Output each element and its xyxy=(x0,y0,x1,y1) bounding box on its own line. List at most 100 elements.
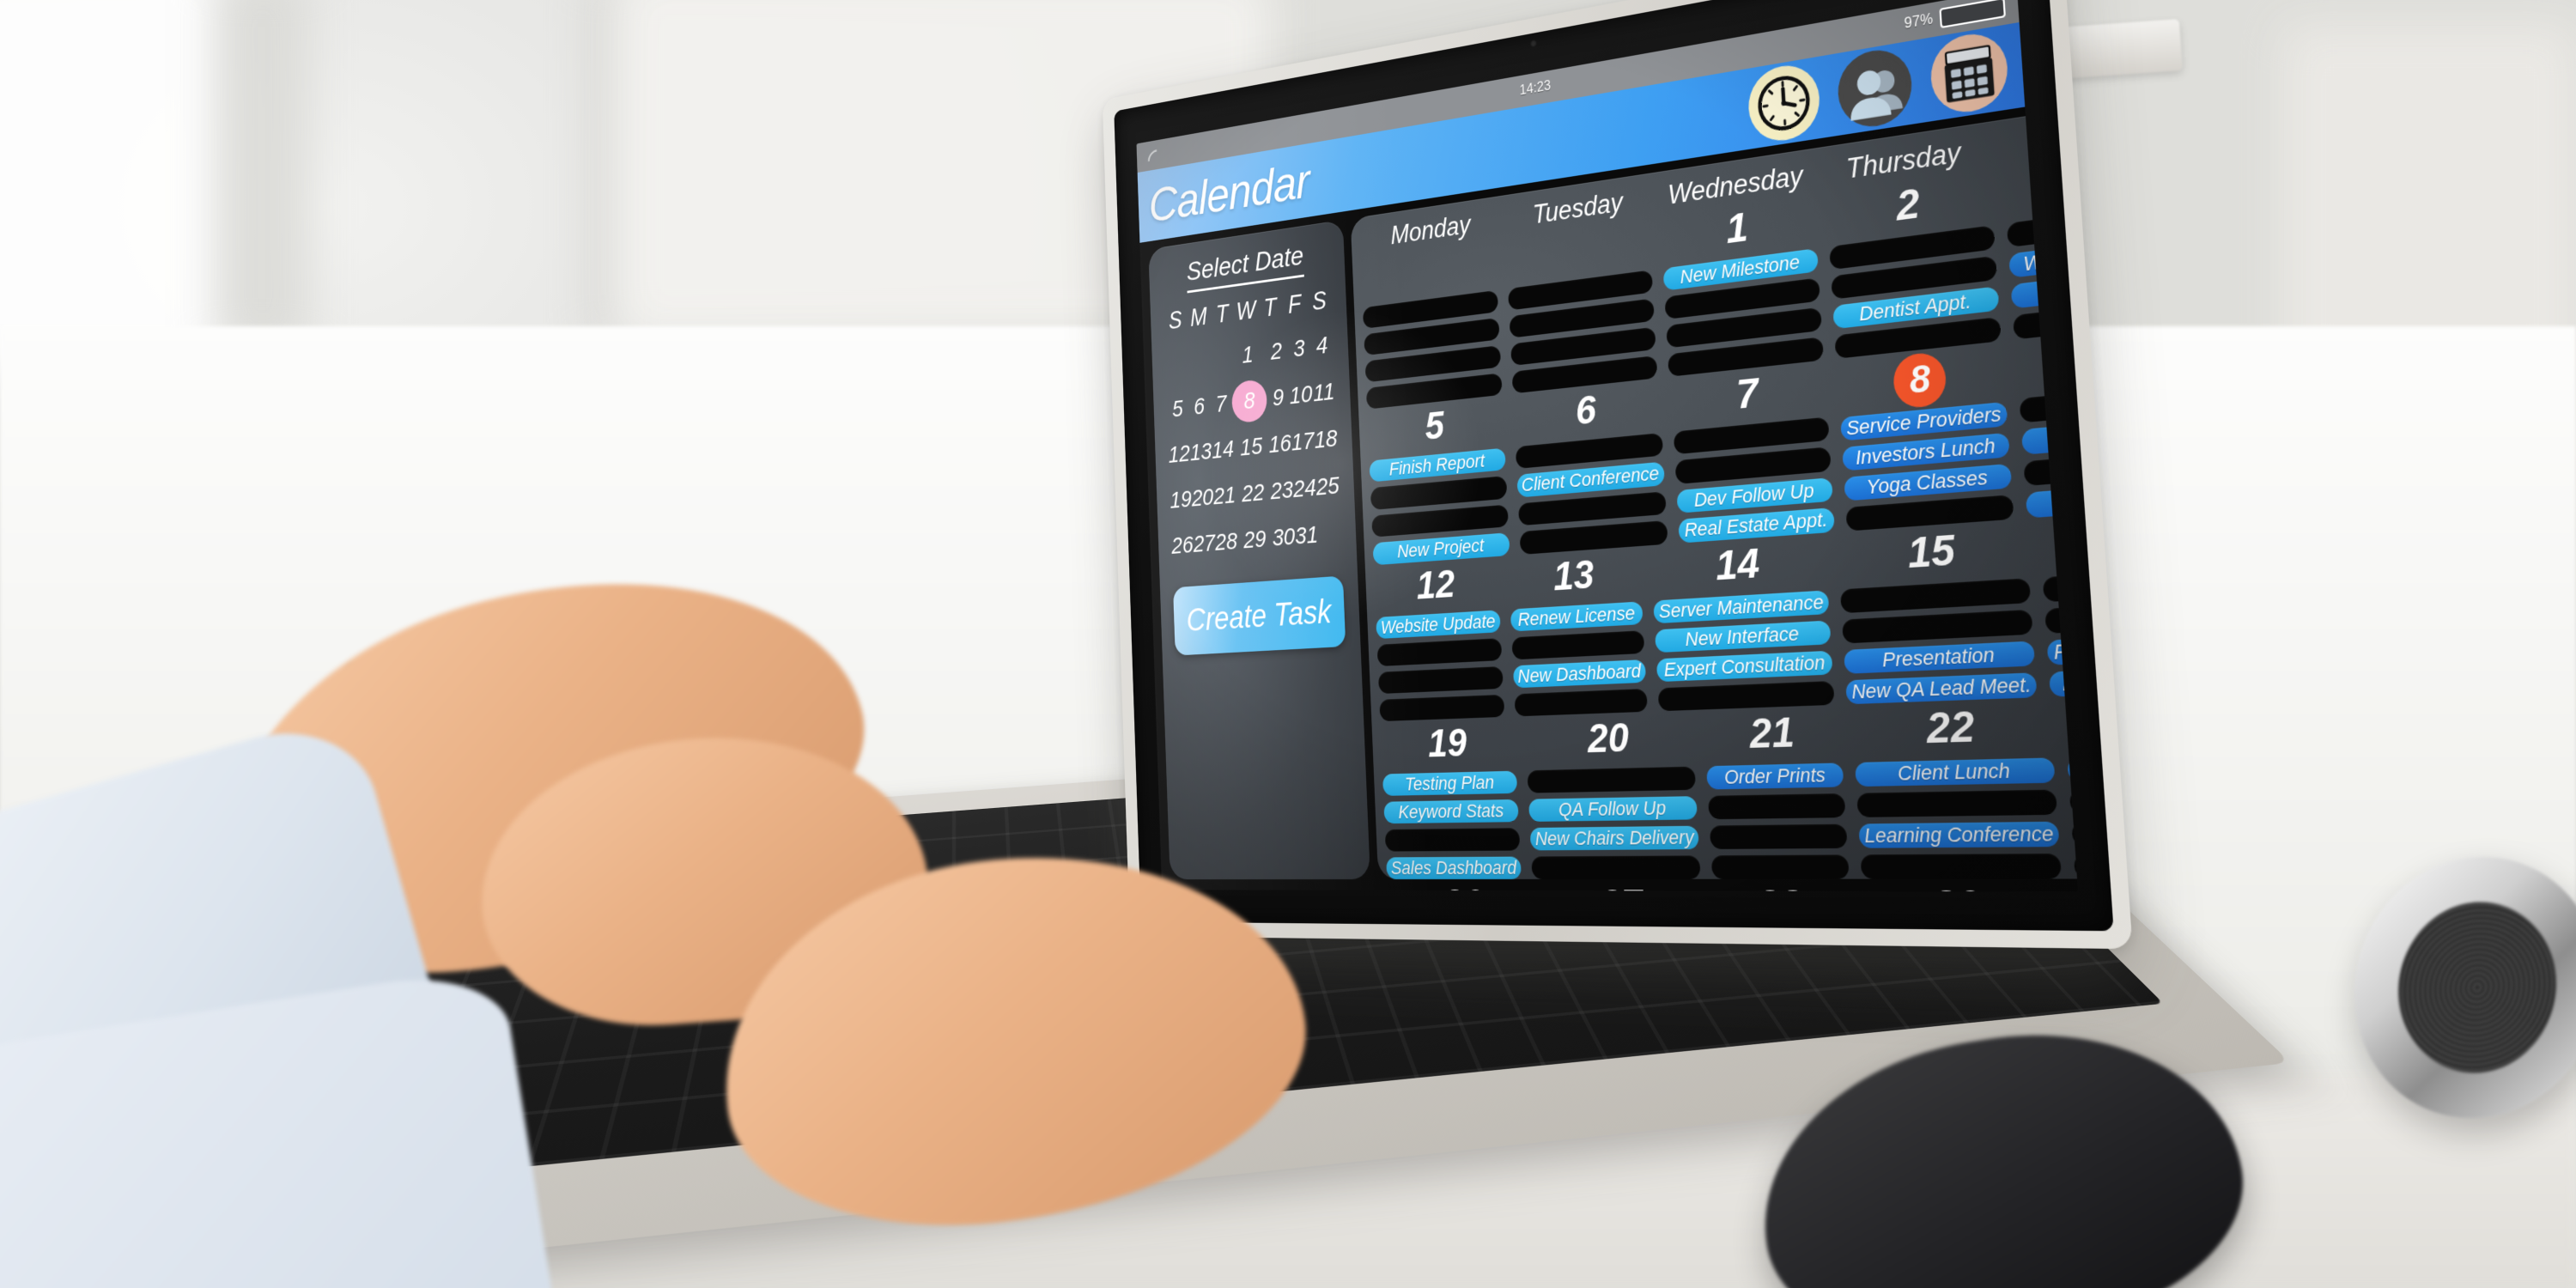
event-chip[interactable]: QA Follow Up xyxy=(1528,796,1698,822)
empty-slot[interactable] xyxy=(1511,630,1645,659)
event-chip[interactable]: Testing Plan xyxy=(1382,770,1517,795)
clock-icon[interactable] xyxy=(1747,60,1821,145)
empty-slot[interactable] xyxy=(1514,689,1648,716)
empty-slot[interactable] xyxy=(1860,854,2062,879)
day-cell-29[interactable]: 29Interview ManagerClient Conference xyxy=(1868,883,2057,892)
mini-calendar-day-14[interactable]: 14 xyxy=(1212,432,1235,469)
empty-slot[interactable] xyxy=(2074,852,2078,878)
day-cell-1[interactable]: 1 New Milestone xyxy=(1660,196,1823,377)
mini-calendar-day-4[interactable]: 4 xyxy=(1309,327,1334,366)
day-cell-6[interactable]: 6 Client Conference xyxy=(1513,381,1668,555)
mini-calendar-day-17[interactable]: 17 xyxy=(1291,423,1315,461)
mini-calendar-day-30[interactable]: 30 xyxy=(1272,519,1296,556)
day-cell-23[interactable]: 23Build Approval xyxy=(2063,695,2078,878)
mini-calendar-day-3[interactable]: 3 xyxy=(1287,331,1311,368)
event-chip[interactable]: New Dashboard xyxy=(1512,659,1646,688)
empty-slot[interactable] xyxy=(2072,819,2078,847)
event-chip[interactable]: Sales Dashboard xyxy=(1386,856,1522,878)
day-cell-2[interactable]: 2 Dentist Appt. xyxy=(1826,170,2002,358)
mini-calendar-day-2[interactable]: 2 xyxy=(1265,333,1289,371)
mini-calendar-day-19[interactable]: 19 xyxy=(1170,483,1193,519)
mini-calendar-day-20[interactable]: 20 xyxy=(1191,480,1214,517)
mini-calendar-day-16[interactable]: 16 xyxy=(1268,426,1292,464)
mini-calendar-day-13[interactable]: 13 xyxy=(1189,434,1212,471)
event-chip[interactable]: Expert Consultation xyxy=(1656,650,1833,682)
event-chip[interactable]: Client Lunch xyxy=(1855,757,2056,787)
event-chip[interactable]: Presentation xyxy=(1844,641,2035,673)
empty-slot[interactable] xyxy=(1370,476,1507,509)
mini-calendar-day-6[interactable]: 6 xyxy=(1188,389,1211,426)
event-chip[interactable]: Learning Conference xyxy=(1858,821,2060,848)
mini-calendar-day-28[interactable]: 28 xyxy=(1214,525,1237,562)
event-chip[interactable]: Project Approval xyxy=(2047,632,2078,665)
mini-calendar-day-18[interactable]: 18 xyxy=(1314,421,1339,459)
mini-calendar-day-24[interactable]: 24 xyxy=(1292,471,1316,508)
event-chip[interactable]: New QA Lead Meet. xyxy=(1845,672,2038,704)
event-chip[interactable]: Website Update xyxy=(1376,610,1501,639)
day-cell-16[interactable]: 16Project ApprovalMarketing Plan xyxy=(2039,508,2078,696)
event-chip[interactable]: Yoga Classes xyxy=(1844,463,2012,501)
empty-slot[interactable] xyxy=(2045,599,2078,634)
day-cell-28[interactable]: 28New ProjectOutsource HR xyxy=(1704,883,1866,892)
day-cell-14[interactable]: 14 Server Maintenance New Interface Expert … xyxy=(1650,536,1834,711)
empty-slot[interactable] xyxy=(2069,786,2078,814)
event-chip[interactable]: Order Prints xyxy=(1706,762,1844,789)
day-cell-20[interactable]: 20 QA Follow Up New Chairs Delivery xyxy=(1525,714,1701,879)
empty-slot[interactable] xyxy=(1518,491,1667,526)
empty-slot[interactable] xyxy=(1378,666,1503,694)
mini-calendar-day-27[interactable]: 27 xyxy=(1193,526,1216,563)
mini-calendar-day-15[interactable]: 15 xyxy=(1233,428,1269,467)
empty-slot[interactable] xyxy=(1708,793,1845,819)
empty-slot[interactable] xyxy=(1380,694,1504,720)
mini-calendar-day-31[interactable]: 31 xyxy=(1294,518,1318,556)
event-chip[interactable]: Keyword Stats xyxy=(1384,799,1519,823)
create-task-button[interactable]: Create Task xyxy=(1173,576,1346,656)
contacts-icon[interactable] xyxy=(1836,45,1914,131)
laptop-screen[interactable]: 14:23 97% Calendar Select Date S M T W T… xyxy=(1136,0,2078,891)
empty-slot[interactable] xyxy=(1531,855,1701,879)
day-cell-7[interactable]: 7 Dev Follow Up Real Estate Appt. xyxy=(1670,363,1834,543)
mini-calendar-day-26[interactable]: 26 xyxy=(1171,528,1194,564)
calendar-grid-icon[interactable] xyxy=(1929,28,2010,117)
mini-calendar-day-21[interactable]: 21 xyxy=(1212,478,1236,515)
day-cell-19[interactable]: 19 Testing Plan Keyword Stats Sales Dashboa… xyxy=(1381,720,1522,879)
mini-calendar-day-1[interactable]: 1 xyxy=(1230,336,1266,375)
mini-calendar-day-9[interactable]: 9 xyxy=(1267,380,1291,417)
day-cell-3[interactable]: 3Weekly MeetingPickup Car xyxy=(2003,143,2078,339)
day-cell-15[interactable]: 15 Presentation New QA Lead Meet. xyxy=(1837,522,2038,704)
empty-slot[interactable] xyxy=(1842,609,2033,643)
event-chip[interactable]: New Chairs Delivery xyxy=(1530,825,1699,850)
empty-slot[interactable] xyxy=(1711,854,1850,878)
day-cell-26[interactable]: 26Main Branch MergeQ2 Report xyxy=(1388,883,1547,892)
event-chip[interactable]: Client Conference xyxy=(1516,462,1665,498)
mini-calendar-day-5[interactable]: 5 xyxy=(1166,392,1189,428)
event-chip[interactable]: Marketing Plan xyxy=(2049,665,2078,696)
day-cell-9[interactable]: 9Project PlanBeta Review xyxy=(2015,324,2078,518)
empty-slot[interactable] xyxy=(1674,447,1831,483)
event-chip[interactable]: New Interface xyxy=(1655,620,1831,653)
mini-calendar-day-29[interactable]: 29 xyxy=(1236,521,1273,559)
mini-calendar-day-12[interactable]: 12 xyxy=(1168,437,1191,474)
empty-slot[interactable] xyxy=(1372,504,1509,538)
day-cell-12[interactable]: 12 Website Update xyxy=(1374,560,1504,721)
mini-calendar-day-11[interactable]: 11 xyxy=(1312,374,1337,412)
event-chip[interactable]: Renew License xyxy=(1510,601,1643,631)
mini-calendar-day-7[interactable]: 7 xyxy=(1210,386,1233,423)
day-cell-8[interactable]: 8 Service Providers Investors Lunch Yoga Cl… xyxy=(1837,344,2014,531)
day-cell-27[interactable]: 27Switch ProviderQA Conference xyxy=(1551,883,1702,892)
event-chip[interactable]: Build Approval xyxy=(2068,753,2078,782)
day-cell-21[interactable]: 21 Order Prints xyxy=(1704,708,1850,878)
mini-calendar-day-22[interactable]: 22 xyxy=(1235,475,1271,513)
empty-slot[interactable] xyxy=(1710,823,1847,848)
day-cell-5[interactable]: 5 Finish Report New Project xyxy=(1367,398,1510,565)
empty-slot[interactable] xyxy=(1385,828,1520,851)
event-chip[interactable]: Dev Follow Up xyxy=(1676,477,1832,513)
mini-calendar-day-8[interactable]: 8 xyxy=(1231,382,1267,421)
empty-slot[interactable] xyxy=(1658,680,1835,710)
mini-calendar-day-10[interactable]: 10 xyxy=(1289,377,1313,415)
day-cell-22[interactable]: 22 Client Lunch Learning Conference xyxy=(1851,701,2062,879)
day-cell-30[interactable]: 30Weekly Meeting xyxy=(2059,883,2078,892)
mini-calendar-day-25[interactable]: 25 xyxy=(1315,468,1340,506)
empty-slot[interactable] xyxy=(1377,638,1502,666)
day-cell-13[interactable]: 13 Renew License New Dashboard xyxy=(1508,550,1649,716)
